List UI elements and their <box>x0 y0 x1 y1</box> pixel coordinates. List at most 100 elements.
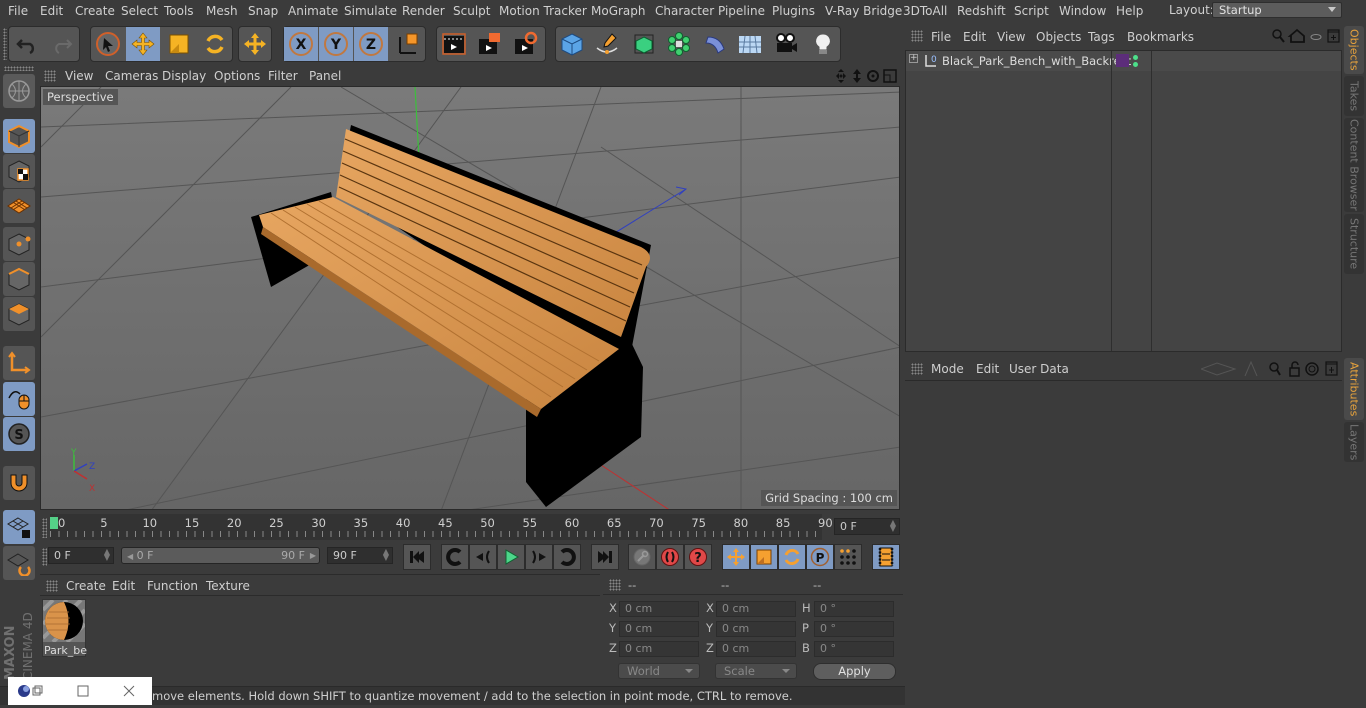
add-subdivision-button[interactable] <box>627 27 661 61</box>
menu-window[interactable]: Window <box>1059 4 1106 18</box>
tweak-mode-button[interactable] <box>3 382 35 416</box>
add-deformer-button[interactable] <box>698 27 732 61</box>
layout-select[interactable]: Startup <box>1212 2 1342 18</box>
playhead[interactable] <box>50 517 58 529</box>
menu-character[interactable]: Character <box>655 4 714 18</box>
material-menu-texture[interactable]: Texture <box>206 579 250 593</box>
previous-frame-button[interactable] <box>469 544 497 570</box>
rotate-view-icon[interactable] <box>867 70 879 82</box>
key-pla-button[interactable] <box>834 544 862 570</box>
render-picture-viewer-button[interactable] <box>472 27 506 61</box>
objects-menu-file[interactable]: File <box>931 30 951 44</box>
zoom-view-icon[interactable] <box>853 69 861 83</box>
start-frame-field[interactable]: 0 F ▲ ▼ <box>48 547 114 564</box>
objects-menu-tags[interactable]: Tags <box>1088 30 1115 44</box>
objects-menu-edit[interactable]: Edit <box>963 30 986 44</box>
minimized-window-bar[interactable] <box>8 677 152 705</box>
restore-icon[interactable] <box>32 685 43 696</box>
position-field[interactable]: 0 cm <box>619 641 699 657</box>
tab-takes[interactable]: Takes <box>1344 76 1364 116</box>
menu-motion-tracker[interactable]: Motion Tracker <box>499 4 587 18</box>
axis-mode-button[interactable] <box>3 346 35 380</box>
menu-mesh[interactable]: Mesh <box>206 4 238 18</box>
editor-visibility-dot[interactable] <box>1133 55 1138 60</box>
new-panel-icon[interactable] <box>1327 29 1340 43</box>
material-menu-create[interactable]: Create <box>66 579 106 593</box>
objects-grip[interactable] <box>911 30 923 42</box>
edges-mode-button[interactable] <box>3 262 35 296</box>
workplane-mode-button[interactable] <box>3 189 35 223</box>
make-editable-button[interactable] <box>3 74 35 108</box>
frame-range-slider[interactable]: ◀ 0 F 90 F ▶ <box>121 547 320 564</box>
menu-help[interactable]: Help <box>1116 4 1143 18</box>
material-swatch[interactable]: Park_be <box>41 598 87 657</box>
eye-icon[interactable] <box>1310 34 1322 40</box>
viewport-grip[interactable] <box>44 70 56 82</box>
attributes-menu-mode[interactable]: Mode <box>931 362 964 376</box>
go-to-end-button[interactable] <box>591 544 619 570</box>
maximize-view-icon[interactable] <box>883 69 897 83</box>
target-icon[interactable] <box>1305 362 1319 376</box>
texture-mode-button[interactable] <box>3 154 35 188</box>
move-tool-button[interactable] <box>126 27 160 61</box>
tab-objects[interactable]: Objects <box>1344 26 1364 74</box>
render-visibility-dot[interactable] <box>1133 62 1138 67</box>
solo-mode-button[interactable]: S <box>3 417 35 451</box>
menu-edit[interactable]: Edit <box>40 4 63 18</box>
size-field[interactable]: 0 cm <box>716 621 796 637</box>
tab-layers[interactable]: Layers <box>1344 422 1364 462</box>
layer-color-tag[interactable] <box>1116 54 1129 67</box>
rotation-field[interactable]: 0 ° <box>814 601 894 617</box>
redo-button[interactable] <box>45 27 79 61</box>
position-field[interactable]: 0 cm <box>619 621 699 637</box>
menu-redshift[interactable]: Redshift <box>957 4 1006 18</box>
undo-button[interactable] <box>10 27 44 61</box>
menu-script[interactable]: Script <box>1014 4 1049 18</box>
rotation-field[interactable]: 0 ° <box>814 621 894 637</box>
viewport-menu-display[interactable]: Display <box>162 69 206 83</box>
viewport-menu-view[interactable]: View <box>65 69 93 83</box>
menu-simulate[interactable]: Simulate <box>344 4 397 18</box>
menu-tools[interactable]: Tools <box>164 4 194 18</box>
add-camera-button[interactable] <box>769 27 803 61</box>
material-menu-function[interactable]: Function <box>147 579 198 593</box>
add-spline-button[interactable] <box>590 27 624 61</box>
home-icon[interactable] <box>1287 28 1305 43</box>
planar-workplane-button[interactable] <box>3 546 35 580</box>
viewport-menu-filter[interactable]: Filter <box>268 69 298 83</box>
menu-select[interactable]: Select <box>121 4 158 18</box>
position-field[interactable]: 0 cm <box>619 601 699 617</box>
live-transform-button[interactable] <box>238 27 272 61</box>
x-axis-button[interactable]: X <box>284 27 318 61</box>
z-axis-button[interactable]: Z <box>354 27 388 61</box>
menu-file[interactable]: File <box>8 4 28 18</box>
next-frame-button[interactable] <box>525 544 553 570</box>
objects-menu-view[interactable]: View <box>997 30 1025 44</box>
timeline[interactable]: 0 5 10 15 20 25 30 35 40 45 50 55 60 65 70 75 80 85 90 <box>40 512 902 542</box>
menu-create[interactable]: Create <box>75 4 115 18</box>
menu-snap[interactable]: Snap <box>248 4 278 18</box>
perspective-viewport[interactable]: Y Z X Perspective Grid Spacing : 100 cm <box>40 86 900 510</box>
key-position-button[interactable] <box>722 544 750 570</box>
key-scale-button[interactable] <box>750 544 778 570</box>
y-axis-button[interactable]: Y <box>319 27 353 61</box>
tab-attributes[interactable]: Attributes <box>1344 358 1364 420</box>
search-icon[interactable] <box>1272 29 1285 43</box>
object-name[interactable]: Black_Park_Bench_with_Backrest <box>942 54 1131 68</box>
menu-render[interactable]: Render <box>402 4 445 18</box>
key-rotation-button[interactable] <box>778 544 806 570</box>
menu-vray-bridge[interactable]: V-Ray Bridge <box>825 4 902 18</box>
record-keys-button[interactable] <box>628 544 656 570</box>
transport-grip[interactable] <box>42 548 47 566</box>
search-icon[interactable] <box>1269 362 1281 376</box>
render-view-button[interactable] <box>437 27 471 61</box>
object-tree[interactable]: + 0 Black_Park_Bench_with_Backrest <box>905 50 1342 352</box>
timeline-grip[interactable] <box>42 518 47 538</box>
menu-animate[interactable]: Animate <box>288 4 338 18</box>
range-right-arrow-icon[interactable]: ▶ <box>310 548 316 563</box>
points-mode-button[interactable] <box>3 227 35 261</box>
render-settings-button[interactable] <box>508 27 542 61</box>
attributes-menu-edit[interactable]: Edit <box>976 362 999 376</box>
go-to-start-button[interactable] <box>403 544 431 570</box>
expand-icon[interactable]: + <box>909 54 918 63</box>
